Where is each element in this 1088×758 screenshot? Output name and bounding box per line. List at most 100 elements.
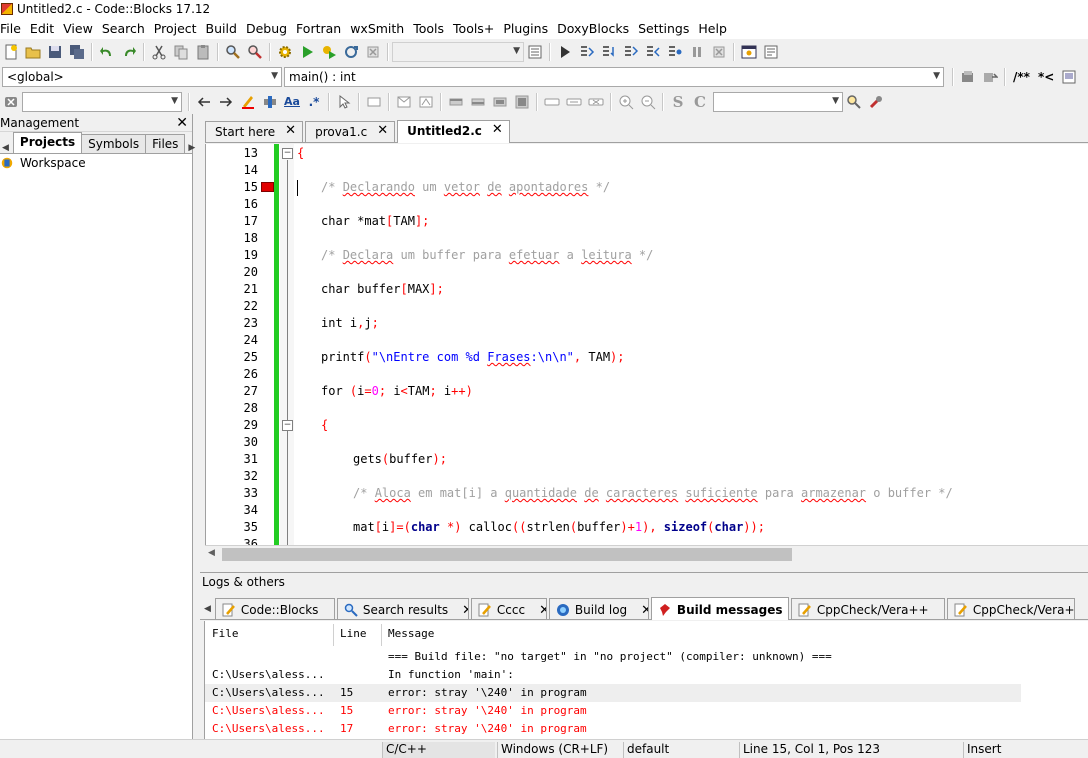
message-row-error[interactable]: C:\Users\aless... 15 error: stray '\240'… [205, 702, 1021, 720]
close-icon[interactable]: ✕ [539, 603, 546, 618]
tab-build-log[interactable]: Build log ✕ [548, 598, 649, 619]
close-icon[interactable]: ✕ [285, 124, 296, 137]
save-all-icon[interactable] [66, 41, 88, 63]
wx-sizer-4-icon[interactable] [511, 91, 533, 113]
debug-continue-icon[interactable] [554, 41, 576, 63]
scroll-left-icon[interactable]: ◀ [208, 548, 215, 558]
menu-doxyblocks[interactable]: DoxyBlocks [557, 21, 636, 36]
menu-help[interactable]: Help [698, 21, 734, 36]
selected-text-icon[interactable] [259, 91, 281, 113]
wx-button-1-icon[interactable] [541, 91, 563, 113]
tab-untitled2-c[interactable]: Untitled2.c ✕ [397, 120, 510, 143]
find-previous-icon[interactable] [193, 91, 215, 113]
menu-settings[interactable]: Settings [638, 21, 696, 36]
tab-prova1-c[interactable]: prova1.c ✕ [305, 121, 396, 142]
clear-search-icon[interactable] [0, 91, 22, 113]
menu-tools-plus[interactable]: Tools+ [453, 21, 501, 36]
abort-icon[interactable] [362, 41, 384, 63]
menu-fortran[interactable]: Fortran [296, 21, 348, 36]
editor-horizontal-scrollbar[interactable]: ◀ [205, 545, 1088, 562]
step-into-icon[interactable] [620, 41, 642, 63]
build-gear-icon[interactable] [274, 41, 296, 63]
close-icon[interactable]: ✕ [943, 603, 944, 618]
doxy-wizard-icon[interactable] [957, 66, 979, 88]
build-target-select[interactable]: ▼ [392, 41, 524, 62]
wx-tools-icon[interactable] [865, 91, 887, 113]
tab-files[interactable]: Files [145, 134, 186, 153]
close-icon[interactable]: ✕ [377, 124, 388, 137]
match-case-icon[interactable]: Aa [281, 91, 303, 113]
build-and-run-icon[interactable] [318, 41, 340, 63]
highlight-icon[interactable] [237, 91, 259, 113]
redo-icon[interactable] [118, 41, 140, 63]
zoom-in-icon[interactable] [615, 91, 637, 113]
error-marker-icon[interactable] [261, 182, 274, 192]
wx-find-icon[interactable] [843, 91, 865, 113]
menu-edit[interactable]: Edit [30, 21, 61, 36]
tab-codeblocks-log[interactable]: Code::Blocks ✕ [214, 598, 335, 619]
column-header-line[interactable]: Line [340, 627, 367, 645]
tab-scroll-left-icon[interactable]: ◀ [204, 604, 211, 614]
tab-build-messages[interactable]: Build messages✕ [650, 597, 789, 620]
debug-info-icon[interactable] [760, 41, 782, 63]
undo-icon[interactable] [96, 41, 118, 63]
wx-c-icon[interactable]: C [689, 91, 711, 113]
tab-scroll-right-icon[interactable]: ▶ [188, 143, 195, 153]
wx-button-2-icon[interactable] [563, 91, 585, 113]
tab-cppcheck-vera[interactable]: CppCheck/Vera++ ✕ [790, 598, 945, 619]
message-row[interactable]: C:\Users\aless... In function 'main': [205, 666, 1021, 684]
menu-view[interactable]: View [63, 21, 100, 36]
pointer-tool-icon[interactable] [333, 91, 355, 113]
pause-icon[interactable] [686, 41, 708, 63]
close-icon[interactable]: ✕ [492, 123, 503, 136]
copy-icon[interactable] [170, 41, 192, 63]
wx-sizer-1-icon[interactable] [445, 91, 467, 113]
target-options-icon[interactable] [524, 41, 546, 63]
step-out-icon[interactable] [642, 41, 664, 63]
workspace-tree-item[interactable]: Workspace [0, 154, 192, 170]
close-icon[interactable]: ✕ [641, 603, 648, 618]
column-divider[interactable] [381, 624, 382, 646]
tab-start-here[interactable]: Start here ✕ [205, 121, 304, 142]
save-icon[interactable] [44, 41, 66, 63]
doxy-extract-icon[interactable] [979, 66, 1001, 88]
search-input[interactable]: ▼ [22, 91, 182, 112]
find-icon[interactable] [222, 41, 244, 63]
cut-icon[interactable] [148, 41, 170, 63]
function-select[interactable]: main() : int ▼ [284, 66, 944, 87]
wx-dialog-icon[interactable] [393, 91, 415, 113]
close-icon[interactable]: ✕ [462, 603, 468, 618]
zoom-out-icon[interactable] [637, 91, 659, 113]
doxy-line-comment-button[interactable]: *< [1038, 70, 1054, 84]
menu-tools[interactable]: Tools [413, 21, 451, 36]
new-file-icon[interactable] [0, 41, 22, 63]
message-row-error[interactable]: C:\Users\aless... 17 error: stray '\240'… [205, 720, 1021, 738]
stop-debugger-icon[interactable] [708, 41, 730, 63]
close-icon[interactable]: ✕ [176, 115, 188, 131]
next-instruction-icon[interactable] [664, 41, 686, 63]
tab-search-results[interactable]: Search results ✕ [336, 598, 469, 619]
doxy-html-icon[interactable] [1058, 66, 1080, 88]
menu-wxsmith[interactable]: wxSmith [350, 21, 411, 36]
column-header-file[interactable]: File [212, 627, 239, 645]
open-folder-icon[interactable] [22, 41, 44, 63]
menu-build[interactable]: Build [206, 21, 244, 36]
column-divider[interactable] [333, 624, 334, 646]
fold-minus-icon[interactable]: − [282, 420, 293, 431]
tab-symbols[interactable]: Symbols [81, 134, 147, 153]
wx-frame-icon[interactable] [415, 91, 437, 113]
run-to-cursor-icon[interactable] [576, 41, 598, 63]
paste-icon[interactable] [192, 41, 214, 63]
build-messages-list[interactable]: File Line Message === Build file: "no ta… [204, 621, 1088, 739]
wx-select[interactable]: ▼ [713, 91, 843, 112]
tab-cccc[interactable]: Cccc ✕ [470, 598, 547, 619]
run-icon[interactable] [296, 41, 318, 63]
wx-sizer-3-icon[interactable] [489, 91, 511, 113]
rebuild-icon[interactable] [340, 41, 362, 63]
menu-plugins[interactable]: Plugins [503, 21, 555, 36]
message-row-selected[interactable]: C:\Users\aless... 15 error: stray '\240'… [205, 684, 1021, 702]
close-icon[interactable]: ✕ [332, 603, 333, 618]
wx-button-3-icon[interactable] [585, 91, 607, 113]
wx-s-icon[interactable]: S [667, 91, 689, 113]
tab-cppcheck-vera-messages[interactable]: CppCheck/Vera++ me [946, 598, 1075, 619]
